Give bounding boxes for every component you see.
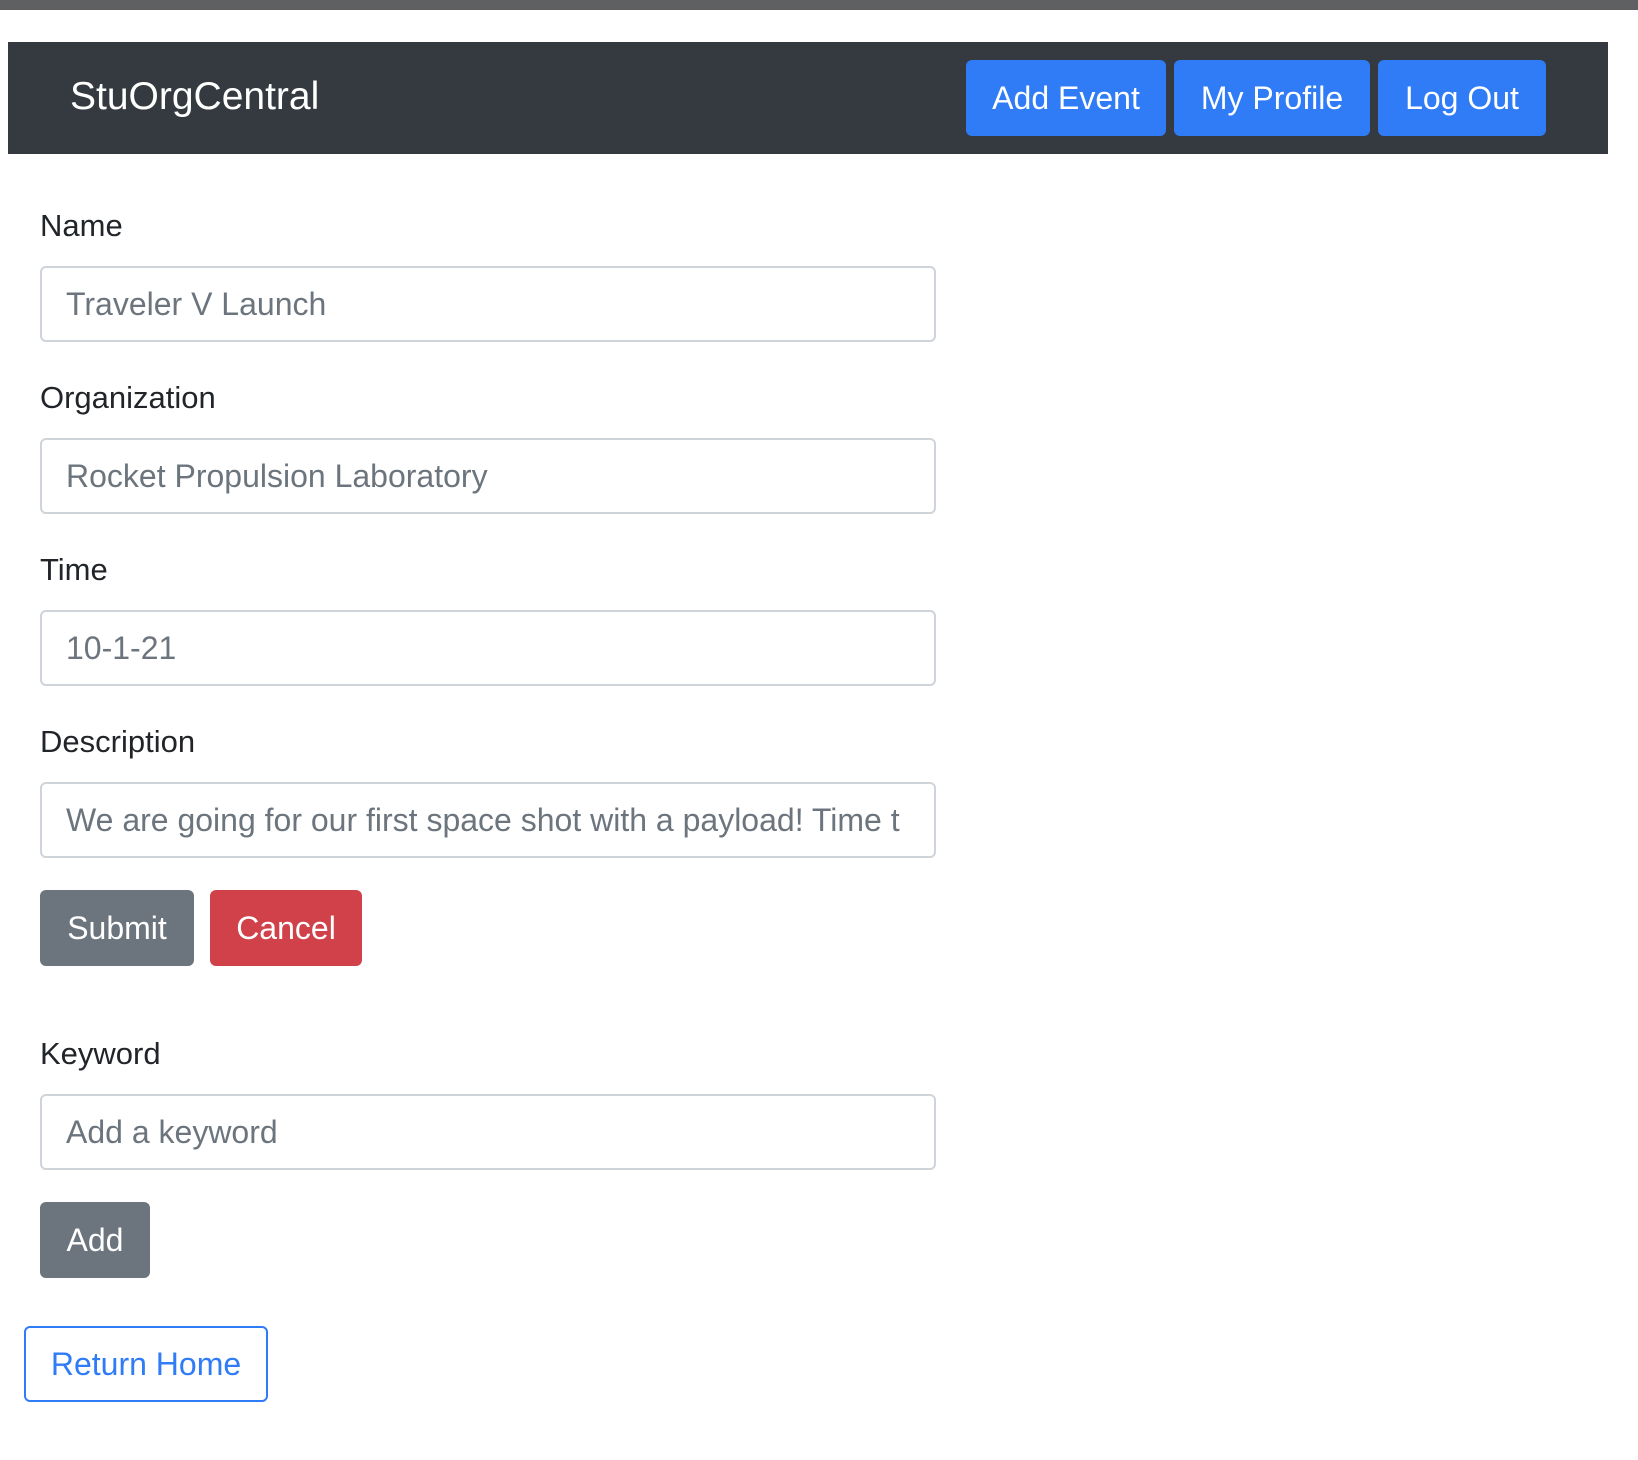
organization-input[interactable]: Rocket Propulsion Laboratory [40, 438, 936, 514]
name-input-value: Traveler V Launch [66, 285, 327, 322]
time-input-value: 10-1-21 [66, 629, 177, 666]
window-top-strip [0, 0, 1638, 10]
organization-label: Organization [40, 380, 216, 415]
add-event-button[interactable]: Add Event [966, 60, 1166, 136]
description-label: Description [40, 724, 196, 759]
description-input-value: We are going for our first space shot wi… [66, 801, 900, 838]
add-keyword-button[interactable]: Add [40, 1202, 150, 1278]
brand-title[interactable]: StuOrgCentral [70, 72, 319, 122]
keyword-input-placeholder: Add a keyword [66, 1113, 278, 1150]
return-home-button[interactable]: Return Home [24, 1326, 268, 1402]
submit-button[interactable]: Submit [40, 890, 194, 966]
name-label: Name [40, 208, 123, 243]
keyword-input[interactable]: Add a keyword [40, 1094, 936, 1170]
navbar: StuOrgCentral Add Event My Profile Log O… [8, 42, 1608, 154]
name-input[interactable]: Traveler V Launch [40, 266, 936, 342]
organization-input-value: Rocket Propulsion Laboratory [66, 457, 488, 494]
log-out-button[interactable]: Log Out [1378, 60, 1546, 136]
time-label: Time [40, 552, 108, 587]
my-profile-button[interactable]: My Profile [1174, 60, 1370, 136]
description-input[interactable]: We are going for our first space shot wi… [40, 782, 936, 858]
keyword-label: Keyword [40, 1036, 161, 1071]
cancel-button[interactable]: Cancel [210, 890, 362, 966]
time-input[interactable]: 10-1-21 [40, 610, 936, 686]
